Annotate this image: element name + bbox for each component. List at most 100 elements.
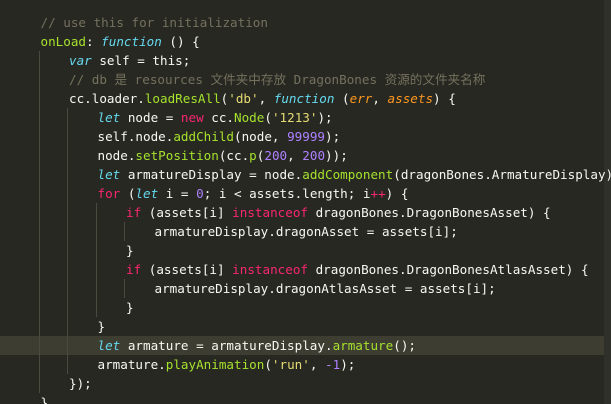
code-line[interactable]: for (let i = 0; i < assets.length; i++) …	[0, 184, 604, 203]
code-text: // db 是 resources 文件夹中存放 DragonBones 资源的…	[69, 70, 485, 89]
code-line[interactable]: let armature = armatureDisplay.armature(…	[0, 336, 604, 355]
code-token: 99999	[287, 129, 325, 144]
code-token: armature	[332, 338, 394, 353]
code-line[interactable]: });	[0, 374, 604, 393]
code-token: }	[126, 243, 134, 258]
indent-guide	[38, 260, 40, 279]
indent-guide	[38, 336, 40, 355]
indent-guide	[38, 203, 40, 222]
code-text: let armature = armatureDisplay.armature(…	[98, 336, 416, 355]
code-line[interactable]: node.setPosition(cc.p(200, 200));	[0, 146, 604, 165]
code-line[interactable]: }	[0, 317, 604, 336]
code-token: let	[97, 110, 121, 125]
indent-guide	[67, 355, 68, 374]
code-token: ++	[370, 186, 386, 201]
code-token: self = this;	[91, 53, 191, 68]
code-token: );	[340, 357, 356, 372]
code-token: // db 是 resources 文件夹中存放 DragonBones 资源的…	[69, 72, 486, 87]
code-token: Node	[234, 110, 265, 125]
code-token: loadResAll	[144, 91, 221, 106]
code-line[interactable]: self.node.addChild(node, 99999);	[0, 127, 604, 146]
indent-guide	[67, 127, 68, 146]
code-line[interactable]: if (assets[i] instanceof dragonBones.Dra…	[0, 203, 604, 222]
code-token: if	[126, 262, 142, 277]
indent-guide	[95, 260, 97, 279]
code-token: node =	[120, 110, 181, 125]
indent-guide	[38, 241, 40, 260]
code-line[interactable]: var self = this;	[0, 51, 604, 70]
code-token: (	[334, 91, 350, 106]
code-line[interactable]: // db 是 resources 文件夹中存放 DragonBones 资源的…	[0, 70, 604, 89]
code-line[interactable]: armatureDisplay.dragonAsset = assets[i];	[0, 222, 604, 241]
indent-guide	[95, 279, 97, 298]
code-token: (assets[i]	[141, 205, 233, 220]
code-text: cc.loader.loadResAll('db', function (err…	[69, 89, 456, 108]
code-token: for	[97, 186, 121, 201]
code-token: cc.	[203, 110, 235, 125]
vertical-scrollbar[interactable]	[604, 0, 611, 404]
code-token: (dragonBones.ArmatureDisplay);	[393, 167, 611, 182]
indent-guide	[67, 298, 68, 317]
code-token: playAnimation	[165, 357, 265, 372]
code-token: () {	[161, 34, 200, 49]
code-line[interactable]: // use this for initialization	[0, 13, 604, 32]
code-token: (cc.	[218, 148, 250, 163]
code-line[interactable]: let armatureDisplay = node.addComponent(…	[0, 165, 611, 184]
code-token: },	[40, 395, 56, 404]
code-token: onLoad	[40, 34, 87, 49]
code-text: });	[69, 374, 92, 393]
code-token: self.node.	[97, 129, 174, 144]
indent-guide	[38, 317, 40, 336]
code-line[interactable]: }	[0, 241, 604, 260]
code-line[interactable]: cc.loader.loadResAll('db', function (err…	[0, 89, 604, 108]
code-token: armatureDisplay = node.	[120, 167, 303, 182]
code-token: armatureDisplay.dragonAsset = assets[i];	[154, 224, 458, 239]
indent-guide	[38, 374, 40, 393]
code-token: var	[69, 53, 92, 68]
indent-guide	[67, 260, 68, 279]
code-token: new	[180, 110, 204, 125]
indent-guide	[38, 127, 40, 146]
code-line[interactable]: }	[0, 298, 604, 317]
code-token: );	[325, 129, 341, 144]
code-token: (node,	[234, 129, 288, 144]
code-line[interactable]: armature.playAnimation('run', -1);	[0, 355, 604, 374]
code-token: }	[126, 300, 134, 315]
code-token: armature.	[97, 357, 166, 372]
code-text: if (assets[i] instanceof dragonBones.Dra…	[126, 203, 551, 222]
indent-guide	[67, 184, 68, 203]
code-token: if	[126, 205, 142, 220]
indent-guide	[67, 279, 68, 298]
code-text: armatureDisplay.dragonAtlasAsset = asset…	[155, 279, 496, 298]
code-line[interactable]: },	[0, 393, 604, 404]
code-text: }	[126, 298, 134, 317]
indent-guide	[38, 355, 40, 374]
code-token: (	[264, 357, 272, 372]
code-text: self.node.addChild(node, 99999);	[98, 127, 341, 146]
indent-guide	[67, 146, 68, 165]
code-text: armature.playAnimation('run', -1);	[98, 355, 356, 374]
code-line[interactable]: if (assets[i] instanceof dragonBones.Dra…	[0, 260, 604, 279]
indent-guide	[124, 222, 125, 241]
code-text: let armatureDisplay = node.addComponent(…	[98, 165, 611, 184]
code-line[interactable]: armatureDisplay.dragonAtlasAsset = asset…	[0, 279, 604, 298]
code-text: }	[98, 317, 106, 336]
code-token: ) {	[385, 186, 409, 201]
code-text: onLoad: function () {	[41, 32, 200, 51]
code-token: armatureDisplay.dragonAtlasAsset = asset…	[154, 281, 496, 296]
code-token: -1	[325, 357, 341, 372]
code-editor[interactable]: // use this for initialization onLoad: fu…	[0, 0, 611, 404]
code-token: 200	[302, 148, 326, 163]
code-text: // use this for initialization	[41, 13, 268, 32]
code-token: }	[97, 319, 106, 334]
code-line[interactable]: let node = new cc.Node('1213');	[0, 108, 604, 127]
code-token: (assets[i]	[141, 262, 233, 277]
code-token: ,	[309, 357, 326, 372]
code-token: addComponent	[302, 167, 394, 182]
code-token: // use this for initialization	[40, 15, 268, 30]
code-line[interactable]: onLoad: function () {	[0, 32, 604, 51]
code-token: 200	[264, 148, 288, 163]
code-token: function	[273, 91, 335, 106]
code-token: cc.loader.	[69, 91, 145, 106]
indent-guide	[38, 51, 40, 70]
